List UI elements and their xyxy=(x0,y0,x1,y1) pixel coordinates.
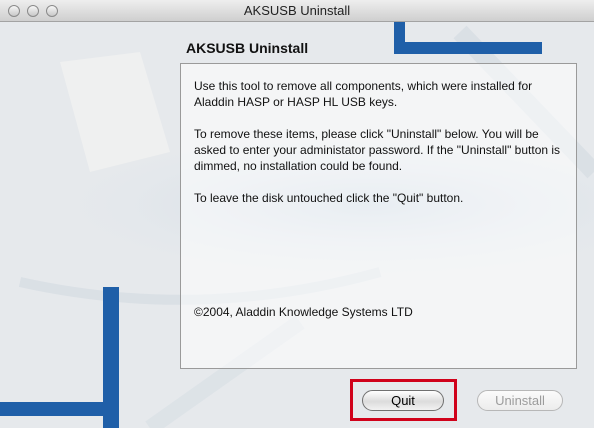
intro-paragraph: Use this tool to remove all components, … xyxy=(194,79,533,109)
window-title: AKSUSB Uninstall xyxy=(243,3,351,18)
info-text-box: Use this tool to remove all components, … xyxy=(180,63,577,369)
blue-stripe-left-bar xyxy=(0,402,119,416)
quit-highlight-box xyxy=(350,379,457,421)
installer-window: AKSUSB Uninstall AKSUSB Uninstall Use th… xyxy=(0,0,594,428)
blue-stripe-top-bar xyxy=(394,42,542,54)
instructions-paragraph: To remove these items, please click "Uni… xyxy=(194,127,561,173)
title-bar[interactable]: AKSUSB Uninstall xyxy=(0,0,594,22)
copyright-text: ©2004, Aladdin Knowledge Systems LTD xyxy=(194,305,413,319)
uninstall-button[interactable]: Uninstall xyxy=(477,390,563,411)
panel-title: AKSUSB Uninstall xyxy=(186,40,309,56)
quit-hint-paragraph: To leave the disk untouched click the "Q… xyxy=(194,191,464,205)
